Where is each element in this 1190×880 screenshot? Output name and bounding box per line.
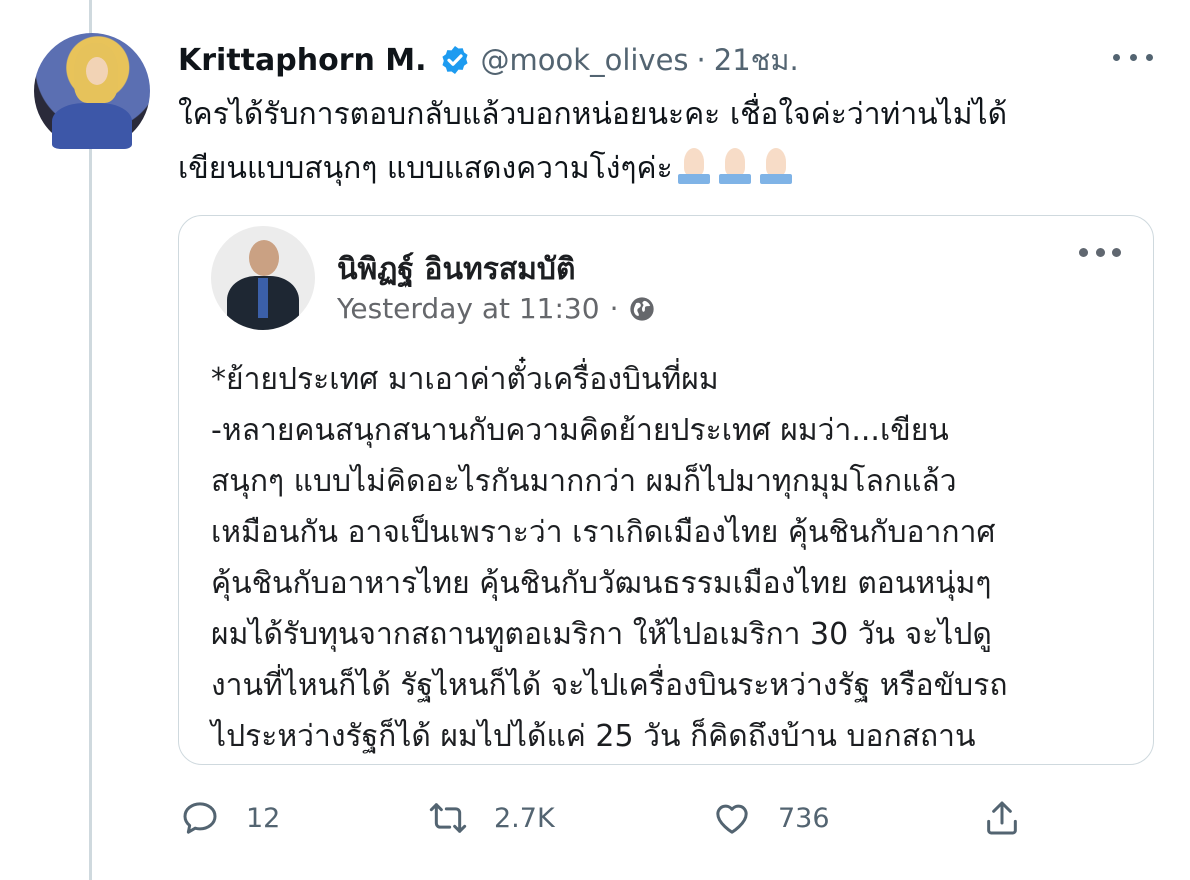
avatar-head [249,240,279,276]
quoted-image-card[interactable]: นิพิฏฐ์ อินทรสมบัติ Yesterday at 11:30 ·… [178,215,1154,765]
dot-icon [1146,53,1153,61]
folded-hands-icon [674,148,714,184]
tweet-actions: 12 2.7K 736 [178,796,1038,840]
reply-icon [183,802,217,834]
tweet-time[interactable]: 21ชม. [714,37,799,83]
facebook-author-name: นิพิฏฐ์ อินทรสมบัติ [337,252,576,287]
share-icon [987,801,1017,835]
facebook-post-meta: Yesterday at 11:30 · [337,292,656,325]
like-count: 736 [778,802,830,834]
author-name[interactable]: Krittaphorn M. [178,43,427,78]
author-avatar[interactable] [34,33,150,149]
facebook-post-body: *ย้ายประเทศ มาเอาค่าตั๋วเครื่องบินที่ผม … [211,362,1008,754]
folded-hands-icon [715,148,755,184]
more-options-button[interactable] [1113,42,1153,72]
share-button[interactable] [982,796,1022,840]
reply-count: 12 [246,802,281,834]
author-handle[interactable]: @mook_olives [481,43,689,77]
dot-icon [1129,53,1137,61]
meta-separator: · [609,292,619,325]
retweet-count: 2.7K [494,802,555,834]
avatar-face [86,57,108,85]
tweet-text-line-2: เขียนแบบสนุกๆ แบบแสดงความโง่ๆค่ะ [178,142,1138,196]
facebook-more-icon [1079,246,1121,258]
avatar-body [52,103,132,149]
avatar-tie [258,278,268,318]
tweet-text: ใครได้รับการตอบกลับแล้วบอกหน่อยนะคะ เชื่… [178,88,1138,196]
facebook-author-avatar [211,226,315,330]
folded-hands-icon [756,148,796,184]
facebook-timestamp: Yesterday at 11:30 [337,292,600,325]
globe-icon [630,296,655,321]
tweet-text-line: เขียนแบบสนุกๆ แบบแสดงความโง่ๆค่ะ [178,151,673,186]
meta-separator: · [696,43,706,77]
reply-button[interactable]: 12 [180,796,280,840]
heart-icon [716,804,748,834]
like-button[interactable]: 736 [712,796,830,840]
verified-badge-icon [442,46,468,74]
dot-icon [1113,53,1120,61]
tweet-header: Krittaphorn M. @mook_olives · 21ชม. [178,40,799,80]
tweet-text-line: ใครได้รับการตอบกลับแล้วบอกหน่อยนะคะ เชื่… [178,97,1008,132]
retweet-button[interactable]: 2.7K [428,796,555,840]
retweet-icon [429,803,467,833]
